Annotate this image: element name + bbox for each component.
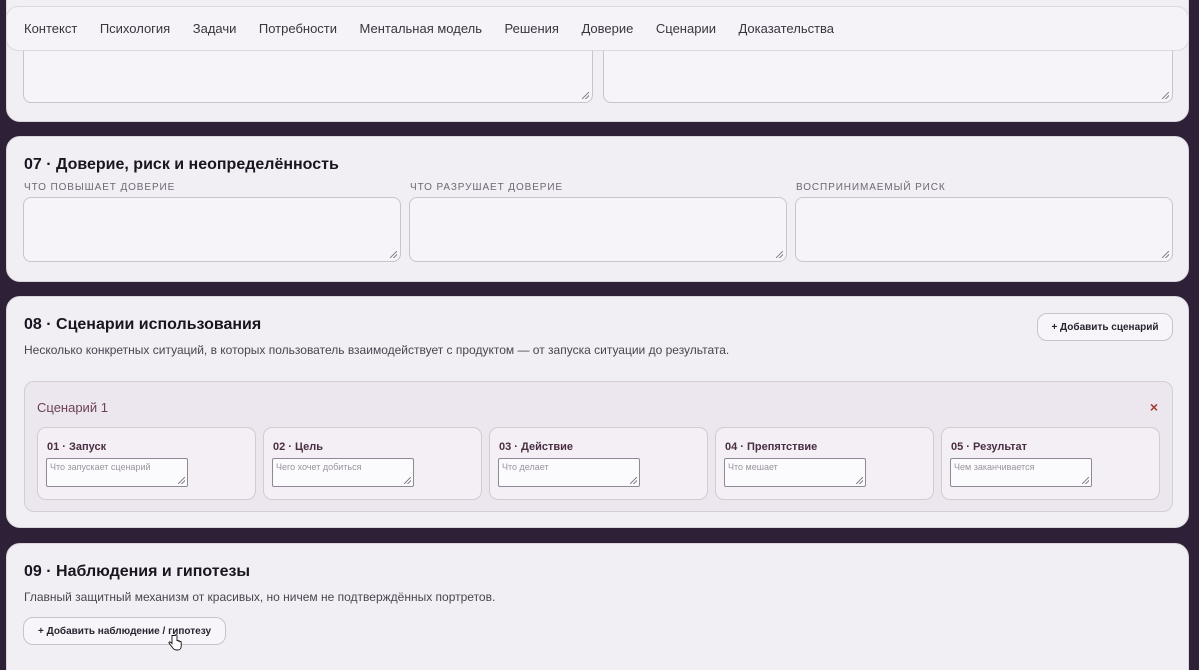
scenario-step-obstacle: 04 · Препятствие Что мешает [715, 427, 934, 500]
close-icon[interactable]: × [1150, 399, 1158, 415]
field-label-trust-destroy: Что разрушает доверие [410, 182, 563, 193]
resize-grip-icon[interactable] [582, 92, 589, 99]
trust-increase-textarea[interactable] [23, 197, 401, 262]
step-title: 05 · Результат [951, 441, 1028, 453]
nav-item-solutions[interactable]: Решения [505, 21, 559, 36]
scenario-card: Сценарий 1 × 01 · Запуск Что запускает с… [24, 381, 1173, 512]
resize-grip-icon[interactable] [630, 477, 637, 484]
section-title: 09 · Наблюдения и гипотезы [24, 563, 251, 580]
scenario-step-goal: 02 · Цель Чего хочет добиться [263, 427, 482, 500]
section-title: 07 · Доверие, риск и неопределённость [24, 156, 339, 173]
nav-item-context[interactable]: Контекст [24, 21, 77, 36]
scenario-title: Сценарий 1 [37, 400, 108, 415]
scenarios-section: 08 · Сценарии использования + Добавить с… [6, 296, 1189, 528]
field-label-trust-increase: Что повышает доверие [24, 182, 176, 193]
section-nav: Контекст Психология Задачи Потребности М… [6, 6, 1189, 51]
step-input[interactable]: Чем заканчивается [950, 458, 1092, 487]
step-input[interactable]: Чего хочет добиться [272, 458, 414, 487]
scenario-step-trigger: 01 · Запуск Что запускает сценарий [37, 427, 256, 500]
section-title: 08 · Сценарии использования [24, 316, 262, 333]
nav-item-evidence[interactable]: Доказательства [738, 21, 834, 36]
step-title: 02 · Цель [273, 441, 324, 453]
step-input[interactable]: Что запускает сценарий [46, 458, 188, 487]
add-scenario-button[interactable]: + Добавить сценарий [1037, 313, 1173, 341]
resize-grip-icon[interactable] [1162, 92, 1169, 99]
trust-destroy-textarea[interactable] [409, 197, 787, 262]
observations-section: 09 · Наблюдения и гипотезы Главный защит… [6, 543, 1189, 670]
risk-textarea[interactable] [795, 197, 1173, 262]
nav-item-mental-model[interactable]: Ментальная модель [360, 21, 482, 36]
section-subtitle: Главный защитный механизм от красивых, н… [24, 590, 496, 604]
step-input[interactable]: Что мешает [724, 458, 866, 487]
nav-item-psychology[interactable]: Психология [100, 21, 170, 36]
resize-grip-icon[interactable] [1082, 477, 1089, 484]
nav-item-trust[interactable]: Доверие [581, 21, 633, 36]
field-label-risk: Воспринимаемый риск [796, 182, 946, 193]
step-title: 04 · Препятствие [725, 441, 818, 453]
nav-item-needs[interactable]: Потребности [259, 21, 337, 36]
resize-grip-icon[interactable] [404, 477, 411, 484]
section-subtitle: Несколько конкретных ситуаций, в которых… [24, 343, 730, 357]
resize-grip-icon[interactable] [856, 477, 863, 484]
resize-grip-icon[interactable] [776, 251, 783, 258]
scenario-step-result: 05 · Результат Чем заканчивается [941, 427, 1160, 500]
resize-grip-icon[interactable] [178, 477, 185, 484]
nav-item-tasks[interactable]: Задачи [193, 21, 237, 36]
step-input[interactable]: Что делает [498, 458, 640, 487]
add-observation-button[interactable]: + Добавить наблюдение / гипотезу [23, 617, 226, 645]
step-title: 03 · Действие [499, 441, 574, 453]
resize-grip-icon[interactable] [1162, 251, 1169, 258]
hand-cursor-icon [168, 634, 182, 651]
resize-grip-icon[interactable] [390, 251, 397, 258]
nav-item-scenarios[interactable]: Сценарии [656, 21, 716, 36]
trust-section: 07 · Доверие, риск и неопределённость Чт… [6, 136, 1189, 282]
scenario-step-action: 03 · Действие Что делает [489, 427, 708, 500]
step-title: 01 · Запуск [47, 441, 107, 453]
